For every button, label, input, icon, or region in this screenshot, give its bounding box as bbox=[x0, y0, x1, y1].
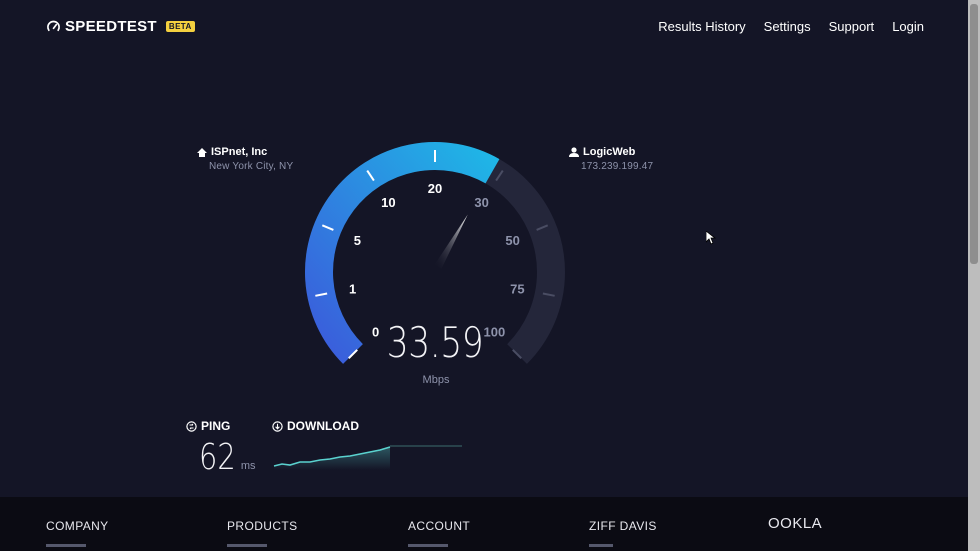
ping-icon bbox=[186, 420, 197, 432]
footer-products[interactable]: PRODUCTS bbox=[227, 519, 298, 533]
ping-unit: ms bbox=[240, 460, 256, 472]
logo-text: SPEEDTEST bbox=[65, 18, 157, 35]
nav-login[interactable]: Login bbox=[892, 19, 924, 34]
gauge-tick-label: 5 bbox=[354, 233, 361, 248]
download-graph bbox=[273, 445, 462, 470]
ookla-logo[interactable]: OOKLA bbox=[768, 515, 822, 532]
speed-unit: Mbps bbox=[422, 374, 450, 386]
ping-value: 62 bbox=[199, 437, 236, 478]
gauge-tick-label: 75 bbox=[510, 281, 524, 296]
ping-label: PING bbox=[201, 419, 231, 433]
gauge-tick-label: 10 bbox=[381, 195, 395, 210]
nav-settings[interactable]: Settings bbox=[764, 19, 811, 34]
gauge-logo-icon bbox=[47, 20, 60, 32]
gauge-tick-label: 1 bbox=[349, 281, 356, 296]
download-icon bbox=[272, 420, 283, 432]
footer-link-placeholder bbox=[408, 544, 448, 547]
footer-link-placeholder bbox=[227, 544, 267, 547]
gauge-tick-label: 30 bbox=[474, 195, 488, 210]
header: SPEEDTEST BETA Results History Settings … bbox=[0, 0, 980, 52]
footer-company[interactable]: COMPANY bbox=[46, 519, 109, 533]
scrollbar-thumb[interactable] bbox=[970, 4, 978, 264]
footer-link-placeholder bbox=[589, 544, 613, 547]
isp-info: ISPnet, Inc New York City, NY bbox=[197, 146, 293, 172]
nav-support[interactable]: Support bbox=[829, 19, 875, 34]
mouse-cursor-icon bbox=[706, 231, 716, 245]
isp-name: ISPnet, Inc bbox=[211, 146, 268, 158]
footer-link-placeholder bbox=[46, 544, 86, 547]
gauge-needle bbox=[434, 214, 468, 269]
ping-metric: PING 62 ms bbox=[186, 419, 255, 478]
gauge-tick-label: 50 bbox=[505, 233, 519, 248]
footer: COMPANY PRODUCTS ACCOUNT ZIFF DAVIS OOKL… bbox=[0, 497, 968, 551]
page-scrollbar[interactable] bbox=[968, 0, 980, 551]
top-nav: Results History Settings Support Login bbox=[658, 19, 924, 34]
footer-ziff-davis[interactable]: ZIFF DAVIS bbox=[589, 519, 657, 533]
gauge-tick-labels: 0151020305075100 bbox=[349, 181, 525, 339]
server-name: LogicWeb bbox=[583, 146, 636, 158]
home-icon bbox=[197, 147, 207, 157]
speedtest-logo[interactable]: SPEEDTEST BETA bbox=[46, 18, 195, 35]
gauge-tick-label: 20 bbox=[428, 181, 442, 196]
download-metric: DOWNLOAD bbox=[272, 419, 359, 433]
isp-location: New York City, NY bbox=[209, 161, 294, 172]
footer-account[interactable]: ACCOUNT bbox=[408, 519, 470, 533]
beta-badge: BETA bbox=[165, 21, 195, 32]
download-label: DOWNLOAD bbox=[287, 419, 359, 433]
speed-value: 33.59 bbox=[386, 318, 484, 367]
nav-results-history[interactable]: Results History bbox=[658, 19, 745, 34]
